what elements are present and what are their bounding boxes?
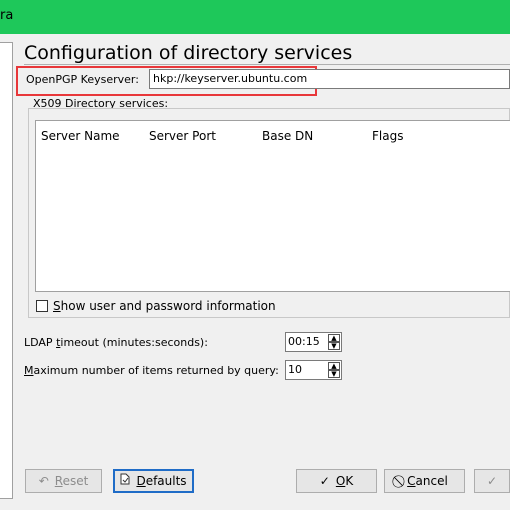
document-icon <box>120 471 130 491</box>
ok-button[interactable]: ✓ OK <box>296 469 377 493</box>
apply-button-partial[interactable]: ✓ <box>474 469 510 493</box>
cancel-button[interactable]: ⃠Cancel <box>384 469 465 493</box>
column-header-flags[interactable]: Flags <box>372 129 403 143</box>
reset-button[interactable]: ↶ Reset <box>25 469 102 493</box>
window-title: ra <box>0 8 14 23</box>
window-titlebar: ra <box>0 0 510 34</box>
title-divider <box>24 64 510 65</box>
max-items-value[interactable]: 10 <box>288 363 302 376</box>
column-header-server-name[interactable]: Server Name <box>41 129 120 143</box>
show-user-password-label[interactable]: Show user and password information <box>53 299 276 313</box>
ldap-timeout-label: LDAP timeout (minutes:seconds): <box>24 336 208 349</box>
ldap-timeout-spinbox[interactable]: 00:15 ▲ ▼ <box>285 332 342 352</box>
page-title: Configuration of directory services <box>24 42 353 64</box>
spin-arrows[interactable]: ▲ ▼ <box>328 362 340 378</box>
spin-down-icon[interactable]: ▼ <box>328 342 340 350</box>
show-user-password-checkbox[interactable] <box>36 300 48 312</box>
checkmark-icon: ✓ <box>319 474 330 488</box>
column-header-base-dn[interactable]: Base DN <box>262 129 313 143</box>
directory-services-table[interactable]: Server Name Server Port Base DN Flags <box>35 120 510 292</box>
defaults-button[interactable]: Defaults <box>113 469 194 493</box>
spin-down-icon[interactable]: ▼ <box>328 370 340 378</box>
spin-up-icon[interactable]: ▲ <box>328 362 340 370</box>
openpgp-keyserver-label: OpenPGP Keyserver: <box>26 73 139 86</box>
openpgp-keyserver-input[interactable]: hkp://keyserver.ubuntu.com <box>149 69 510 89</box>
checkmark-icon: ✓ <box>487 474 498 488</box>
spin-arrows[interactable]: ▲ ▼ <box>328 334 340 350</box>
undo-icon: ↶ <box>38 474 49 488</box>
max-items-spinbox[interactable]: 10 ▲ ▼ <box>285 360 342 380</box>
ldap-timeout-value[interactable]: 00:15 <box>288 335 320 348</box>
sidebar-panel[interactable] <box>0 42 13 499</box>
spin-up-icon[interactable]: ▲ <box>328 334 340 342</box>
max-items-label: Maximum number of items returned by quer… <box>24 364 279 377</box>
column-header-server-port[interactable]: Server Port <box>149 129 216 143</box>
